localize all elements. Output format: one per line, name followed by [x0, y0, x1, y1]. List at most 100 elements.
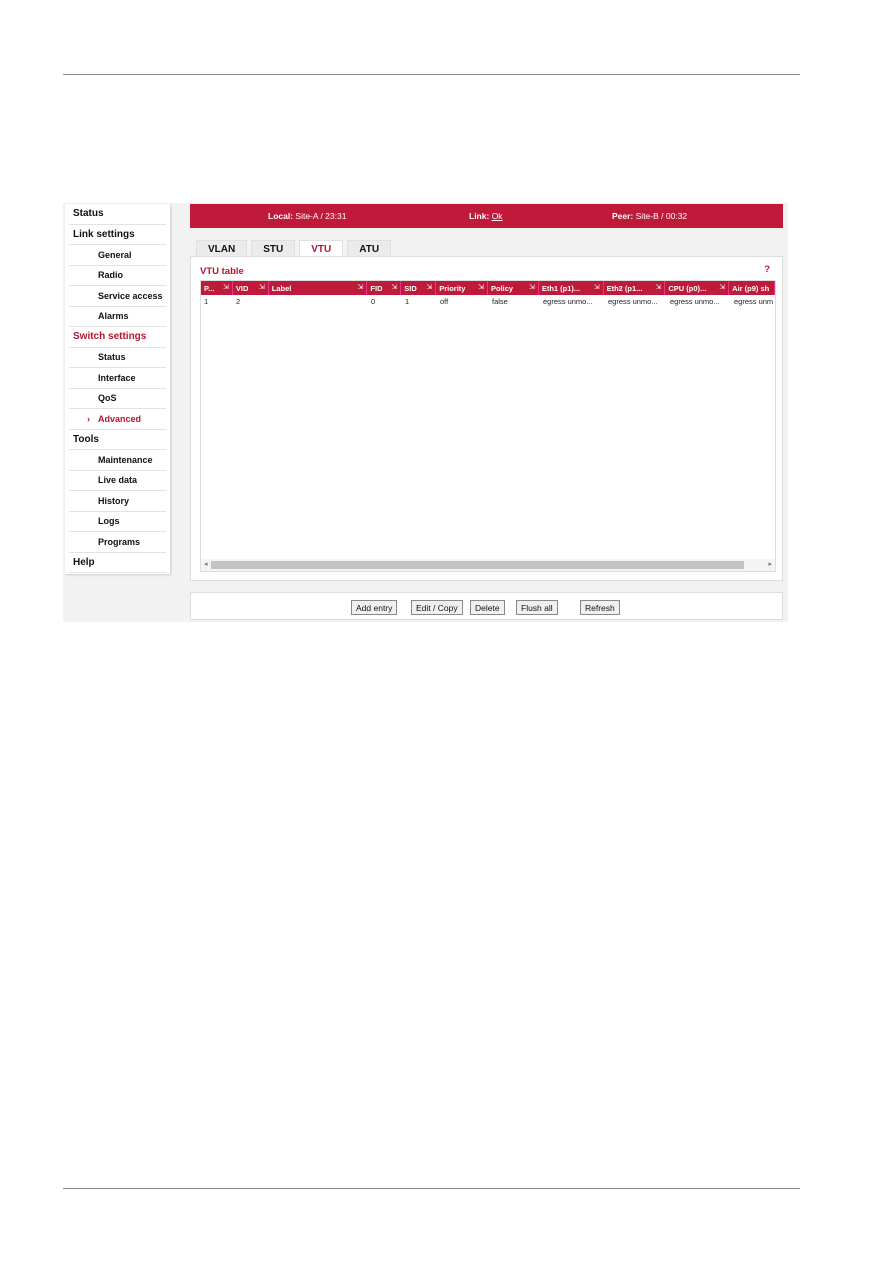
- scroll-left-icon[interactable]: ◂: [204, 560, 208, 568]
- sidebar-item-logs[interactable]: Logs: [69, 512, 166, 532]
- column-header-label: FID: [370, 283, 383, 293]
- sidebar-item-service-access[interactable]: Service access: [69, 286, 166, 307]
- sort-icon[interactable]: ⇲: [223, 283, 229, 291]
- tab-atu[interactable]: ATU: [347, 240, 392, 257]
- column-header[interactable]: SID ⇲: [401, 281, 437, 295]
- sort-icon[interactable]: ⇲: [478, 283, 484, 291]
- table-cell: 1: [405, 297, 410, 306]
- sidebar-item-switch-settings[interactable]: Switch settings: [69, 327, 166, 348]
- sidebar-item-label: Alarms: [98, 311, 129, 322]
- chevron-right-icon: ›: [87, 413, 90, 424]
- column-header[interactable]: Policy ⇲: [488, 281, 539, 295]
- sidebar-item-help[interactable]: Help: [69, 553, 166, 573]
- sidebar-item-label: Logs: [98, 516, 120, 527]
- column-header-label: VID: [235, 283, 249, 293]
- column-header[interactable]: FID ⇲: [367, 281, 402, 295]
- flush-all-button[interactable]: Flush all: [516, 600, 558, 615]
- sidebar-item-programs[interactable]: Programs: [69, 532, 166, 553]
- column-header-label: Eth1 (p1)...: [541, 283, 581, 293]
- table-cell: egress unmo...: [608, 297, 658, 306]
- tab-stu[interactable]: STU: [251, 240, 296, 257]
- column-header[interactable]: Eth1 (p1)... ⇲: [539, 281, 604, 295]
- sidebar-item-status[interactable]: Status: [69, 348, 166, 368]
- sidebar-item-label: Help: [73, 556, 95, 568]
- table-cell: 0: [371, 297, 376, 306]
- peer-value: Site-B / 00:32: [635, 211, 688, 221]
- sidebar-item-link-settings[interactable]: Link settings: [69, 225, 166, 245]
- scrollbar-thumb[interactable]: [211, 561, 744, 569]
- screenshot: Status Link settings General Radio Service a…: [63, 203, 788, 622]
- column-header[interactable]: P... ⇲: [201, 281, 233, 295]
- sort-icon[interactable]: ⇲: [358, 283, 364, 291]
- table-cell: egress unm: [734, 297, 774, 306]
- column-header-label: Priority: [439, 283, 466, 293]
- button-bar: Add entry Edit / Copy Delete Flush all R…: [190, 592, 783, 620]
- link-status-link[interactable]: Ok: [492, 211, 503, 221]
- sidebar-item-label: Advanced: [98, 413, 142, 424]
- sidebar-item-status[interactable]: Status: [69, 204, 166, 225]
- vtu-table: P... ⇲ VID ⇲ Label ⇲ FID ⇲ SID ⇲ Priority ⇲ Policy ⇲ E…: [200, 280, 776, 572]
- scroll-right-icon[interactable]: ▸: [768, 560, 772, 568]
- sidebar-item-qos[interactable]: QoS: [69, 389, 166, 409]
- status-header: Local: Site-A / 23:31 Link: Ok Peer: Sit…: [190, 204, 783, 228]
- sort-icon[interactable]: ⇲: [259, 283, 265, 291]
- table-cell: false: [492, 297, 508, 306]
- sidebar-item-label: Tools: [73, 433, 99, 445]
- column-header-label: Label: [271, 283, 292, 293]
- sidebar-item-tools[interactable]: Tools: [69, 430, 166, 450]
- sidebar-item-label: Interface: [98, 372, 136, 383]
- sidebar-item-label: General: [98, 249, 132, 260]
- sort-icon[interactable]: ⇲: [594, 283, 600, 291]
- column-header-label: SID: [404, 283, 417, 293]
- sidebar: Status Link settings General Radio Service a…: [65, 204, 170, 574]
- column-header-label: Policy: [491, 283, 514, 293]
- edit-copy-button[interactable]: Edit / Copy: [411, 600, 463, 615]
- column-header[interactable]: Air (p9) sh: [729, 281, 775, 295]
- sidebar-item-label: Link settings: [73, 228, 135, 240]
- bottom-rule: [63, 1188, 800, 1189]
- column-header-label: Air (p9) sh: [732, 283, 770, 293]
- sidebar-item-interface[interactable]: Interface: [69, 368, 166, 389]
- local-label: Local:: [268, 211, 294, 221]
- table-cell: 2: [236, 297, 241, 306]
- sidebar-item-maintenance[interactable]: Maintenance: [69, 450, 166, 471]
- column-header[interactable]: CPU (p0)... ⇲: [665, 281, 730, 295]
- sort-icon[interactable]: ⇲: [426, 283, 432, 291]
- column-header[interactable]: Label ⇲: [269, 281, 368, 295]
- sort-icon[interactable]: ⇲: [656, 283, 662, 291]
- column-header-label: Eth2 (p1...: [606, 283, 643, 293]
- sidebar-item-label: Status: [98, 352, 126, 363]
- help-icon[interactable]: ?: [764, 264, 770, 275]
- table-row[interactable]: 1 2 0 1 off false egress unmo... egress unmo...…: [201, 297, 775, 307]
- peer-label: Peer:: [612, 211, 634, 221]
- sidebar-item-label: Live data: [98, 475, 138, 486]
- add-entry-button[interactable]: Add entry: [351, 600, 398, 615]
- link-label: Link:: [469, 211, 490, 221]
- sidebar-item-history[interactable]: History: [69, 491, 166, 512]
- sort-icon[interactable]: ⇲: [391, 283, 397, 291]
- column-header[interactable]: Priority ⇲: [436, 281, 488, 295]
- refresh-button[interactable]: Refresh: [580, 600, 620, 615]
- sidebar-item-live-data[interactable]: Live data: [69, 471, 166, 491]
- sidebar-item-label: QoS: [98, 393, 117, 404]
- sort-icon[interactable]: ⇲: [529, 283, 535, 291]
- column-header[interactable]: VID ⇲: [233, 281, 269, 295]
- sidebar-item-radio[interactable]: Radio: [69, 266, 166, 286]
- table-cell: 1: [204, 297, 209, 306]
- delete-button[interactable]: Delete: [470, 600, 505, 615]
- tab-vlan[interactable]: VLAN: [196, 240, 248, 257]
- column-header-label: P...: [204, 283, 215, 293]
- column-header[interactable]: Eth2 (p1... ⇲: [604, 281, 666, 295]
- sidebar-item-general[interactable]: General: [69, 245, 166, 266]
- sidebar-item-advanced[interactable]: › Advanced: [69, 409, 166, 430]
- tab-vtu[interactable]: VTU: [299, 240, 344, 257]
- tab-bar: VLAN STU VTU ATU: [196, 240, 392, 257]
- table-cell: off: [440, 297, 449, 306]
- column-header-label: CPU (p0)...: [668, 283, 707, 293]
- sidebar-item-alarms[interactable]: Alarms: [69, 307, 166, 327]
- sidebar-item-label: Switch settings: [73, 331, 147, 343]
- sidebar-item-label: Programs: [98, 536, 141, 547]
- horizontal-scrollbar[interactable]: ◂ ▸: [201, 559, 775, 571]
- sort-icon[interactable]: ⇲: [719, 283, 725, 291]
- sidebar-item-label: Service access: [98, 290, 163, 301]
